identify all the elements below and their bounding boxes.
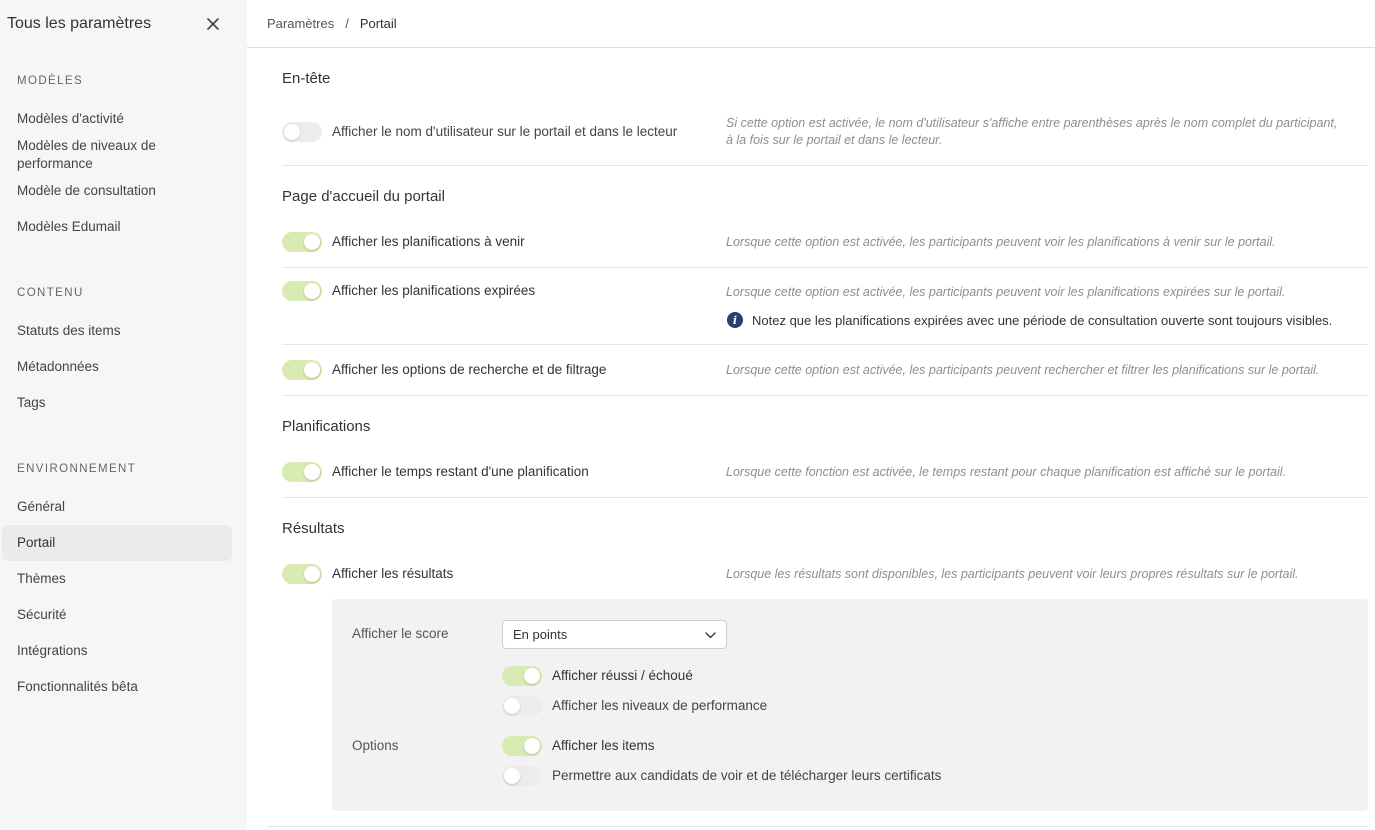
help-show-username: Si cette option est activée, le nom d'ut… (726, 115, 1337, 149)
breadcrumb-parent[interactable]: Paramètres (267, 16, 334, 31)
note-text: Notez que les planifications expirées av… (752, 312, 1333, 328)
sidebar-item-item-statuses[interactable]: Statuts des items (17, 322, 217, 340)
score-label: Afficher le score (352, 626, 449, 641)
sidebar-item-performance-templates[interactable]: Modèles de niveaux de performance (17, 137, 217, 173)
toggle-remaining-time[interactable] (282, 462, 322, 482)
section-title-schedules: Planifications (282, 418, 371, 435)
label-show-items: Afficher les items (552, 738, 655, 753)
chevron-down-icon (705, 627, 716, 642)
toggle-search-filter[interactable] (282, 360, 322, 380)
help-line-2: à la fois sur le portail et dans le lect… (726, 133, 943, 147)
help-line-1: Si cette option est activée, le nom d'ut… (726, 116, 1338, 130)
section-title-header: En-tête (282, 70, 331, 87)
sidebar-item-metadata[interactable]: Métadonnées (17, 358, 217, 376)
sidebar-item-security[interactable]: Sécurité (17, 606, 217, 624)
label-certificates: Permettre aux candidats de voir et de té… (552, 768, 942, 783)
toggle-show-pass-fail[interactable] (502, 666, 542, 686)
sidebar-section-contenu: CONTENU (17, 287, 84, 299)
toggle-knob (304, 362, 320, 378)
toggle-certificates[interactable] (502, 766, 542, 786)
sidebar-item-portal[interactable]: Portail (2, 525, 232, 561)
toggle-knob (524, 738, 540, 754)
options-label: Options (352, 738, 399, 753)
help-search-filter: Lorsque cette option est activée, les pa… (726, 363, 1320, 377)
divider (282, 165, 1368, 166)
sidebar-item-edumail-templates[interactable]: Modèles Edumail (17, 218, 217, 236)
expired-schedules-note: i Notez que les planifications expirées … (727, 312, 1332, 328)
close-icon[interactable] (203, 14, 223, 34)
toggle-knob (304, 234, 320, 250)
help-upcoming-schedules: Lorsque cette option est activée, les pa… (726, 235, 1276, 249)
toggle-knob (284, 124, 300, 140)
sidebar-header: Tous les paramètres (0, 0, 247, 47)
label-show-performance-levels: Afficher les niveaux de performance (552, 698, 768, 713)
score-select-value: En points (513, 627, 568, 642)
toggle-knob (524, 668, 540, 684)
section-title-homepage: Page d'accueil du portail (282, 188, 445, 205)
label-show-username: Afficher le nom d'utilisateur sur le por… (332, 124, 678, 139)
divider (282, 344, 1368, 345)
sidebar-section-environnement: ENVIRONNEMENT (17, 463, 137, 475)
divider (282, 497, 1368, 498)
sidebar-title: Tous les paramètres (7, 14, 152, 32)
sidebar-item-themes[interactable]: Thèmes (17, 570, 217, 588)
help-expired-schedules: Lorsque cette option est activée, les pa… (726, 285, 1286, 299)
sidebar-item-beta-features[interactable]: Fonctionnalités bêta (17, 678, 217, 696)
toggle-upcoming-schedules[interactable] (282, 232, 322, 252)
toggle-expired-schedules[interactable] (282, 281, 322, 301)
help-remaining-time: Lorsque cette fonction est activée, le t… (726, 465, 1287, 479)
divider (282, 267, 1368, 268)
sidebar-item-review-template[interactable]: Modèle de consultation (17, 182, 217, 200)
toggle-knob (304, 283, 320, 299)
section-title-results: Résultats (282, 520, 345, 537)
info-icon: i (727, 312, 743, 328)
breadcrumb-current: Portail (359, 16, 397, 31)
breadcrumb: Paramètres / Portail (247, 0, 1375, 48)
divider (267, 826, 1368, 827)
label-remaining-time: Afficher le temps restant d'une planific… (332, 464, 589, 479)
toggle-show-performance-levels[interactable] (502, 696, 542, 716)
score-select[interactable]: En points (502, 620, 727, 649)
sidebar-item-tags[interactable]: Tags (17, 394, 217, 412)
toggle-show-username[interactable] (282, 122, 322, 142)
sidebar-item-activity-templates[interactable]: Modèles d'activité (17, 110, 217, 128)
label-expired-schedules: Afficher les planifications expirées (332, 283, 536, 298)
toggle-knob (304, 566, 320, 582)
toggle-show-results[interactable] (282, 564, 322, 584)
toggle-knob (304, 464, 320, 480)
label-show-results: Afficher les résultats (332, 566, 454, 581)
settings-sidebar: Tous les paramètres MODÈLES Modèles d'ac… (0, 0, 247, 830)
sidebar-item-general[interactable]: Général (17, 498, 217, 516)
breadcrumb-separator: / (345, 16, 349, 31)
divider (282, 395, 1368, 396)
help-show-results: Lorsque les résultats sont disponibles, … (726, 567, 1299, 581)
toggle-knob (504, 768, 520, 784)
toggle-show-items[interactable] (502, 736, 542, 756)
label-upcoming-schedules: Afficher les planifications à venir (332, 234, 525, 249)
label-search-filter: Afficher les options de recherche et de … (332, 362, 607, 377)
label-show-pass-fail: Afficher réussi / échoué (552, 668, 693, 683)
sidebar-section-modeles: MODÈLES (17, 75, 84, 87)
toggle-knob (504, 698, 520, 714)
sidebar-item-integrations[interactable]: Intégrations (17, 642, 217, 660)
